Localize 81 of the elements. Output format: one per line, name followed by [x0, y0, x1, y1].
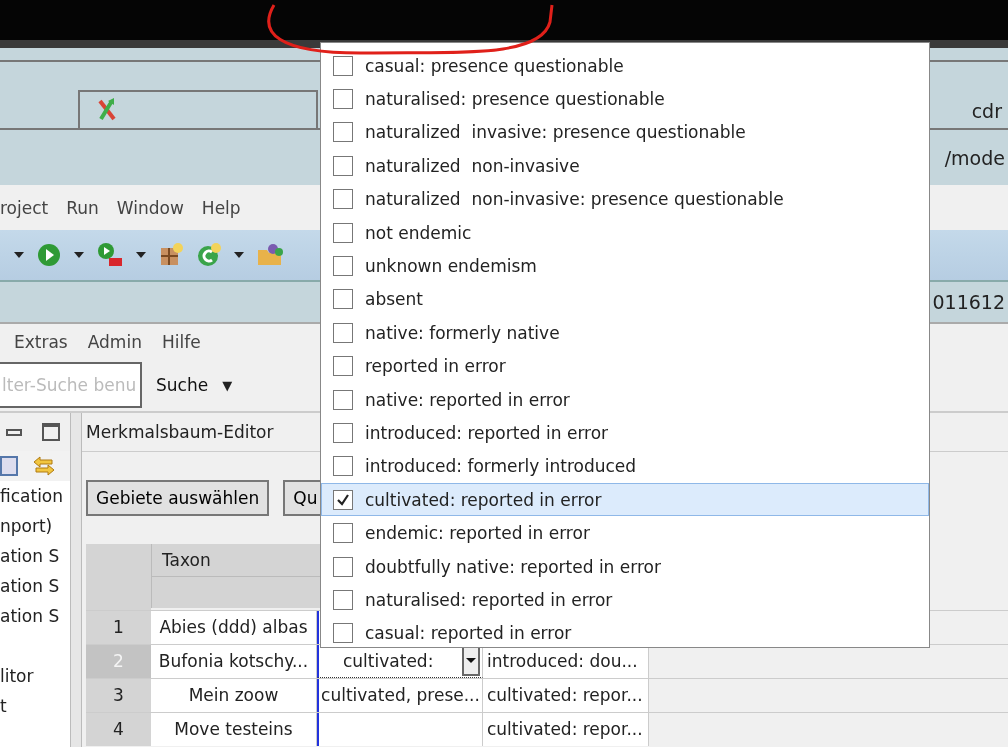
tab-label: cdr [971, 99, 1003, 124]
table-cell: Abies (ddd) albas [151, 611, 317, 644]
checkbox[interactable] [333, 289, 353, 310]
tree-item[interactable]: fication [0, 486, 64, 506]
row-number: 3 [86, 679, 151, 712]
checkbox[interactable] [333, 589, 353, 610]
editor-button[interactable]: Gebiete auswählen [86, 480, 270, 516]
id-text: 011612 [932, 290, 1006, 315]
dropdown-item[interactable]: not endemic [321, 215, 929, 250]
class-add-icon[interactable] [196, 242, 222, 268]
collapse-icon[interactable] [0, 456, 18, 476]
checkbox[interactable] [333, 256, 353, 277]
menu-item[interactable]: Hilfe [161, 331, 201, 352]
checkbox[interactable] [333, 122, 353, 143]
row-number: 4 [86, 713, 151, 746]
checkbox[interactable] [333, 623, 353, 644]
menu-item[interactable]: Help [201, 197, 241, 218]
minimize-icon[interactable] [6, 428, 22, 436]
menu-item[interactable]: Run [66, 197, 99, 218]
table-cell: cultivated: repor... [483, 713, 649, 746]
path-text: /mode [944, 145, 1006, 171]
menu-item[interactable]: roject [0, 197, 49, 218]
dropdown-item[interactable]: naturalised: presence questionable [321, 82, 929, 116]
dropdown-item[interactable]: absent [321, 282, 929, 317]
dropdown-caret-icon[interactable] [462, 646, 480, 676]
checkbox[interactable] [333, 523, 353, 544]
dropdown-item[interactable]: cultivated: reported in error [321, 483, 929, 517]
dropdown-item[interactable]: native: formerly native [321, 316, 929, 350]
dropdown-item[interactable]: reported in error [321, 349, 929, 383]
menu-item[interactable]: Window [116, 197, 184, 218]
dropdown-caret-icon[interactable] [74, 252, 84, 258]
table-cell: cultivated, prese... [317, 679, 483, 712]
tree-item[interactable]: ation S [0, 546, 60, 566]
checkbox[interactable] [333, 423, 353, 443]
tree-item[interactable]: t [0, 696, 7, 716]
table-cell: Mein zoow [151, 679, 317, 712]
checkbox[interactable] [333, 556, 353, 577]
dropdown-item[interactable]: naturalized non-invasive: presence questionable [321, 182, 929, 216]
dropdown-item[interactable]: endemic: reported in error [321, 516, 929, 550]
checkbox[interactable] [333, 489, 353, 510]
sync-arrows-icon[interactable] [32, 454, 56, 478]
row-number: 1 [86, 611, 151, 644]
table-cell: Move testeins [151, 713, 317, 746]
checkbox[interactable] [333, 389, 353, 410]
dropdown-item[interactable]: introduced: reported in error [321, 416, 929, 450]
dropdown-item[interactable]: native: reported in error [321, 382, 929, 417]
checkbox[interactable] [333, 189, 353, 210]
dropdown-item[interactable]: naturalised: reported in error [321, 583, 929, 617]
run-config-icon[interactable] [96, 242, 124, 268]
dropdown-caret-icon[interactable] [14, 252, 24, 258]
run-icon[interactable] [36, 242, 62, 268]
crossed-arrows-icon [96, 97, 118, 123]
menu-item[interactable]: Admin [87, 331, 142, 352]
checkbox[interactable] [333, 456, 353, 477]
grid-add-icon[interactable] [158, 242, 184, 268]
checkbox[interactable] [333, 89, 353, 110]
dropdown-item[interactable]: casual: presence questionable [321, 49, 929, 83]
search-button[interactable]: Suche [156, 375, 209, 395]
tree-item[interactable]: nport) [0, 516, 53, 536]
checkbox[interactable] [333, 222, 353, 243]
checkbox[interactable] [333, 356, 353, 377]
tree-item[interactable]: litor [0, 666, 34, 686]
tree-item[interactable]: ation S [0, 576, 60, 596]
tree-item[interactable]: ation S [0, 606, 60, 626]
dropdown-caret-icon[interactable] [234, 252, 244, 258]
checkbox[interactable] [333, 155, 353, 176]
dropdown-item[interactable]: naturalized non-invasive [321, 149, 929, 183]
table-cell: Bufonia kotschy... [151, 645, 317, 678]
dropdown-item[interactable]: unknown endemism [321, 249, 929, 283]
dropdown-item[interactable]: doubtfully native: reported in error [321, 549, 929, 584]
dropdown-caret-icon[interactable] [136, 252, 146, 258]
maximize-icon[interactable] [42, 423, 60, 441]
caret-icon[interactable]: ▼ [222, 377, 233, 393]
checkbox[interactable] [333, 322, 353, 343]
folder-icon[interactable] [256, 242, 284, 268]
app-tab[interactable] [78, 90, 318, 128]
dropdown-item[interactable]: naturalized invasive: presence questionable [321, 115, 929, 150]
table-cell: cultivated: repor... [483, 679, 649, 712]
search-field[interactable]: lter-Suche benu [0, 362, 142, 408]
checkbox[interactable] [333, 55, 353, 76]
menu-item[interactable]: Extras [14, 331, 68, 352]
